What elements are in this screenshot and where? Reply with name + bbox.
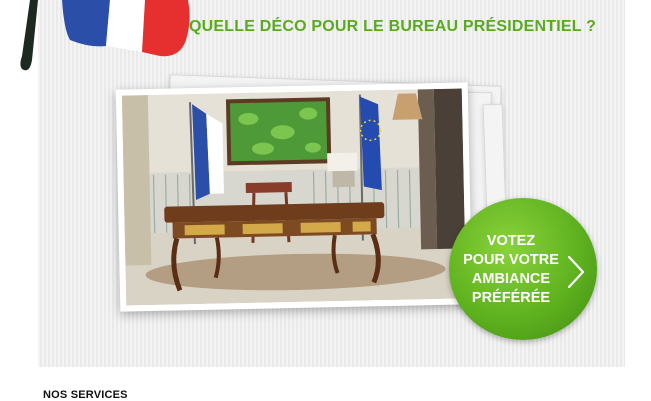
vote-button-label: VOTEZ POUR VOTRE AMBIANCE PRÉFÉRÉE: [449, 232, 573, 308]
vote-line-2: POUR VOTRE: [463, 252, 559, 268]
vote-line-1: VOTEZ: [486, 233, 536, 249]
french-flag-icon: [20, 0, 190, 71]
vote-line-3: AMBIANCE: [471, 271, 551, 287]
office-photo[interactable]: [115, 82, 473, 312]
office-scene-image: [121, 88, 467, 306]
vote-line-4: PRÉFÉRÉE: [471, 290, 551, 306]
chevron-right-icon: [567, 255, 585, 289]
vote-button[interactable]: VOTEZ POUR VOTRE AMBIANCE PRÉFÉRÉE: [449, 198, 597, 340]
section-title-services: NOS SERVICES: [43, 389, 128, 401]
page-headline: QUELLE DÉCO POUR LE BUREAU PRÉSIDENTIEL …: [189, 18, 597, 35]
